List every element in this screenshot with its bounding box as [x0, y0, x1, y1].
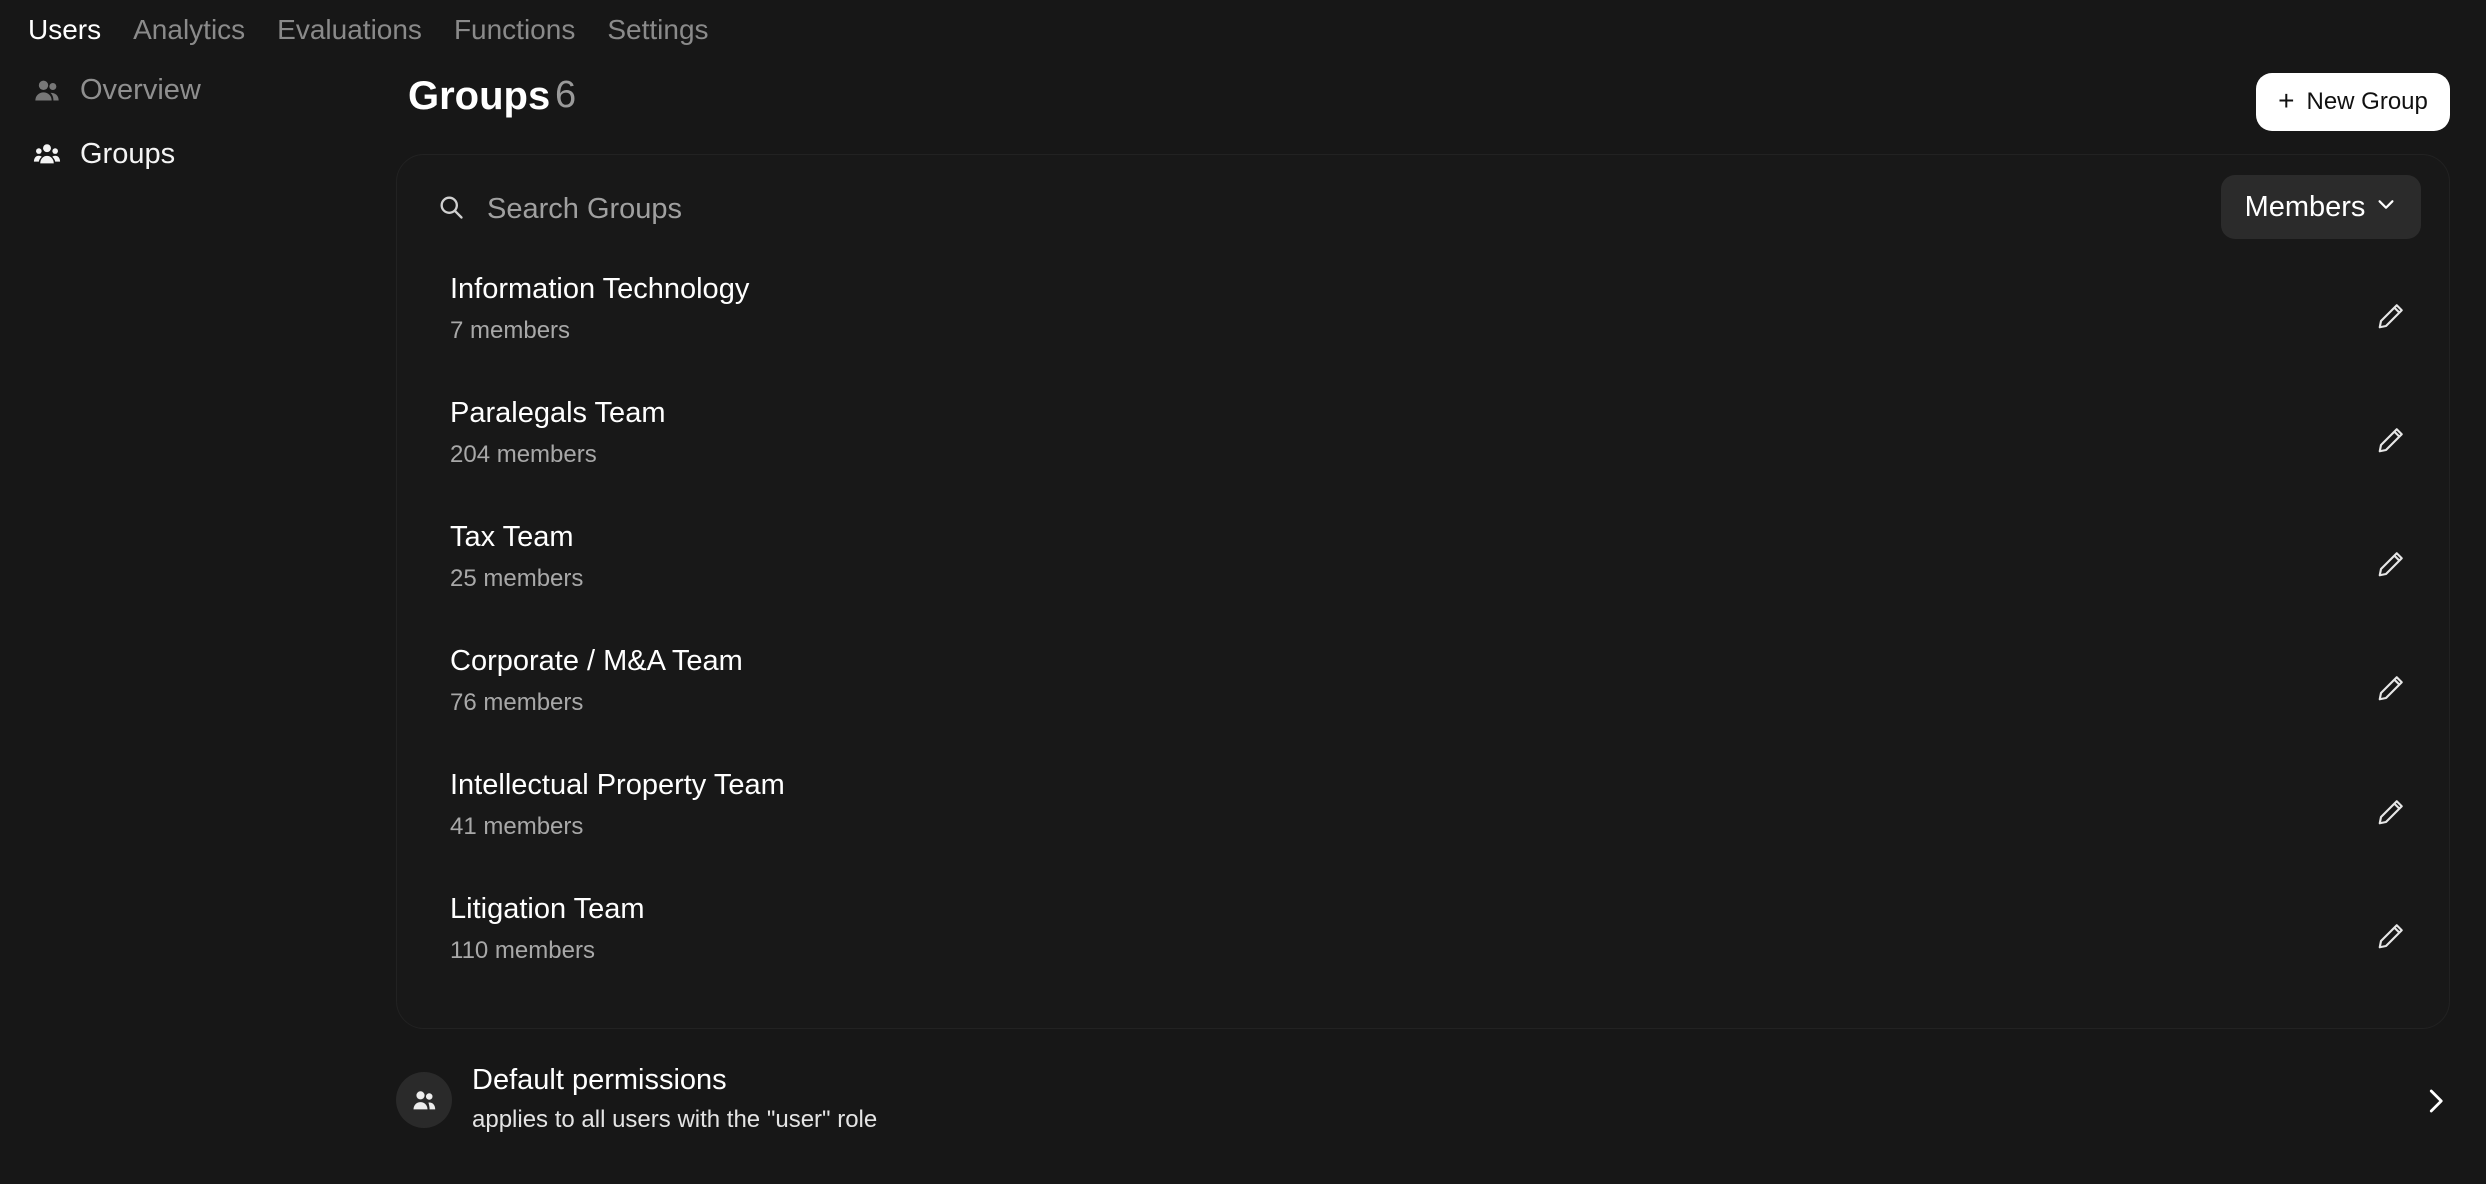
top-navigation: Users Analytics Evaluations Functions Se…	[28, 10, 709, 50]
plus-icon: +	[2278, 84, 2295, 116]
tab-evaluations[interactable]: Evaluations	[277, 10, 422, 50]
tab-settings[interactable]: Settings	[607, 10, 708, 50]
group-name: Intellectual Property Team	[450, 769, 785, 801]
group-row[interactable]: Tax Team 25 members	[397, 509, 2449, 633]
pencil-icon[interactable]	[2376, 549, 2406, 579]
pencil-icon[interactable]	[2376, 921, 2406, 951]
tab-functions[interactable]: Functions	[454, 10, 575, 50]
users-avatar-icon	[396, 1072, 452, 1128]
group-row[interactable]: Litigation Team 110 members	[397, 881, 2449, 1005]
group-name: Information Technology	[450, 273, 750, 305]
sidebar-item-overview[interactable]: Overview	[32, 66, 352, 114]
group-member-count: 7 members	[450, 317, 571, 344]
chevron-right-icon	[2420, 1086, 2450, 1116]
tab-analytics[interactable]: Analytics	[133, 10, 245, 50]
groups-card: Members Information Technology 7 members…	[396, 154, 2450, 1029]
default-permissions-title: Default permissions	[472, 1064, 727, 1096]
group-list: Information Technology 7 members Paraleg…	[397, 261, 2449, 1005]
members-sort-dropdown[interactable]: Members	[2221, 175, 2421, 239]
group-row[interactable]: Intellectual Property Team 41 members	[397, 757, 2449, 881]
group-member-count: 41 members	[450, 813, 584, 840]
group-member-count: 76 members	[450, 689, 584, 716]
default-permissions-row[interactable]: Default permissions applies to all users…	[396, 1064, 2450, 1184]
default-permissions-description: applies to all users with the "user" rol…	[472, 1106, 878, 1133]
group-name: Tax Team	[450, 521, 574, 553]
group-icon	[32, 139, 62, 169]
sidebar-item-label: Overview	[80, 73, 201, 106]
group-name: Litigation Team	[450, 893, 645, 925]
chevron-down-icon	[2375, 191, 2397, 224]
group-member-count: 204 members	[450, 441, 597, 468]
groups-main: Groups 6 + New Group Members	[396, 66, 2450, 1133]
search-input[interactable]	[485, 179, 2185, 239]
page-header: Groups 6 + New Group	[396, 66, 2450, 140]
search-icon	[437, 193, 465, 221]
sidebar: Overview Groups	[32, 66, 352, 194]
new-group-label: New Group	[2306, 88, 2428, 115]
group-name: Corporate / M&A Team	[450, 645, 743, 677]
search-bar: Members	[397, 155, 2449, 261]
sidebar-item-groups[interactable]: Groups	[32, 130, 352, 178]
group-count: 6	[555, 74, 577, 116]
group-row[interactable]: Information Technology 7 members	[397, 261, 2449, 385]
pencil-icon[interactable]	[2376, 673, 2406, 703]
group-row[interactable]: Corporate / M&A Team 76 members	[397, 633, 2449, 757]
tab-users[interactable]: Users	[28, 10, 101, 50]
group-row[interactable]: Paralegals Team 204 members	[397, 385, 2449, 509]
new-group-button[interactable]: + New Group	[2256, 73, 2450, 131]
group-member-count: 110 members	[450, 937, 595, 964]
sidebar-item-label: Groups	[80, 137, 176, 170]
group-name: Paralegals Team	[450, 397, 666, 429]
page-title: Groups	[408, 74, 551, 118]
users-icon	[32, 75, 62, 105]
pencil-icon[interactable]	[2376, 301, 2406, 331]
pencil-icon[interactable]	[2376, 797, 2406, 827]
members-dropdown-label: Members	[2244, 190, 2366, 223]
pencil-icon[interactable]	[2376, 425, 2406, 455]
group-member-count: 25 members	[450, 565, 584, 592]
